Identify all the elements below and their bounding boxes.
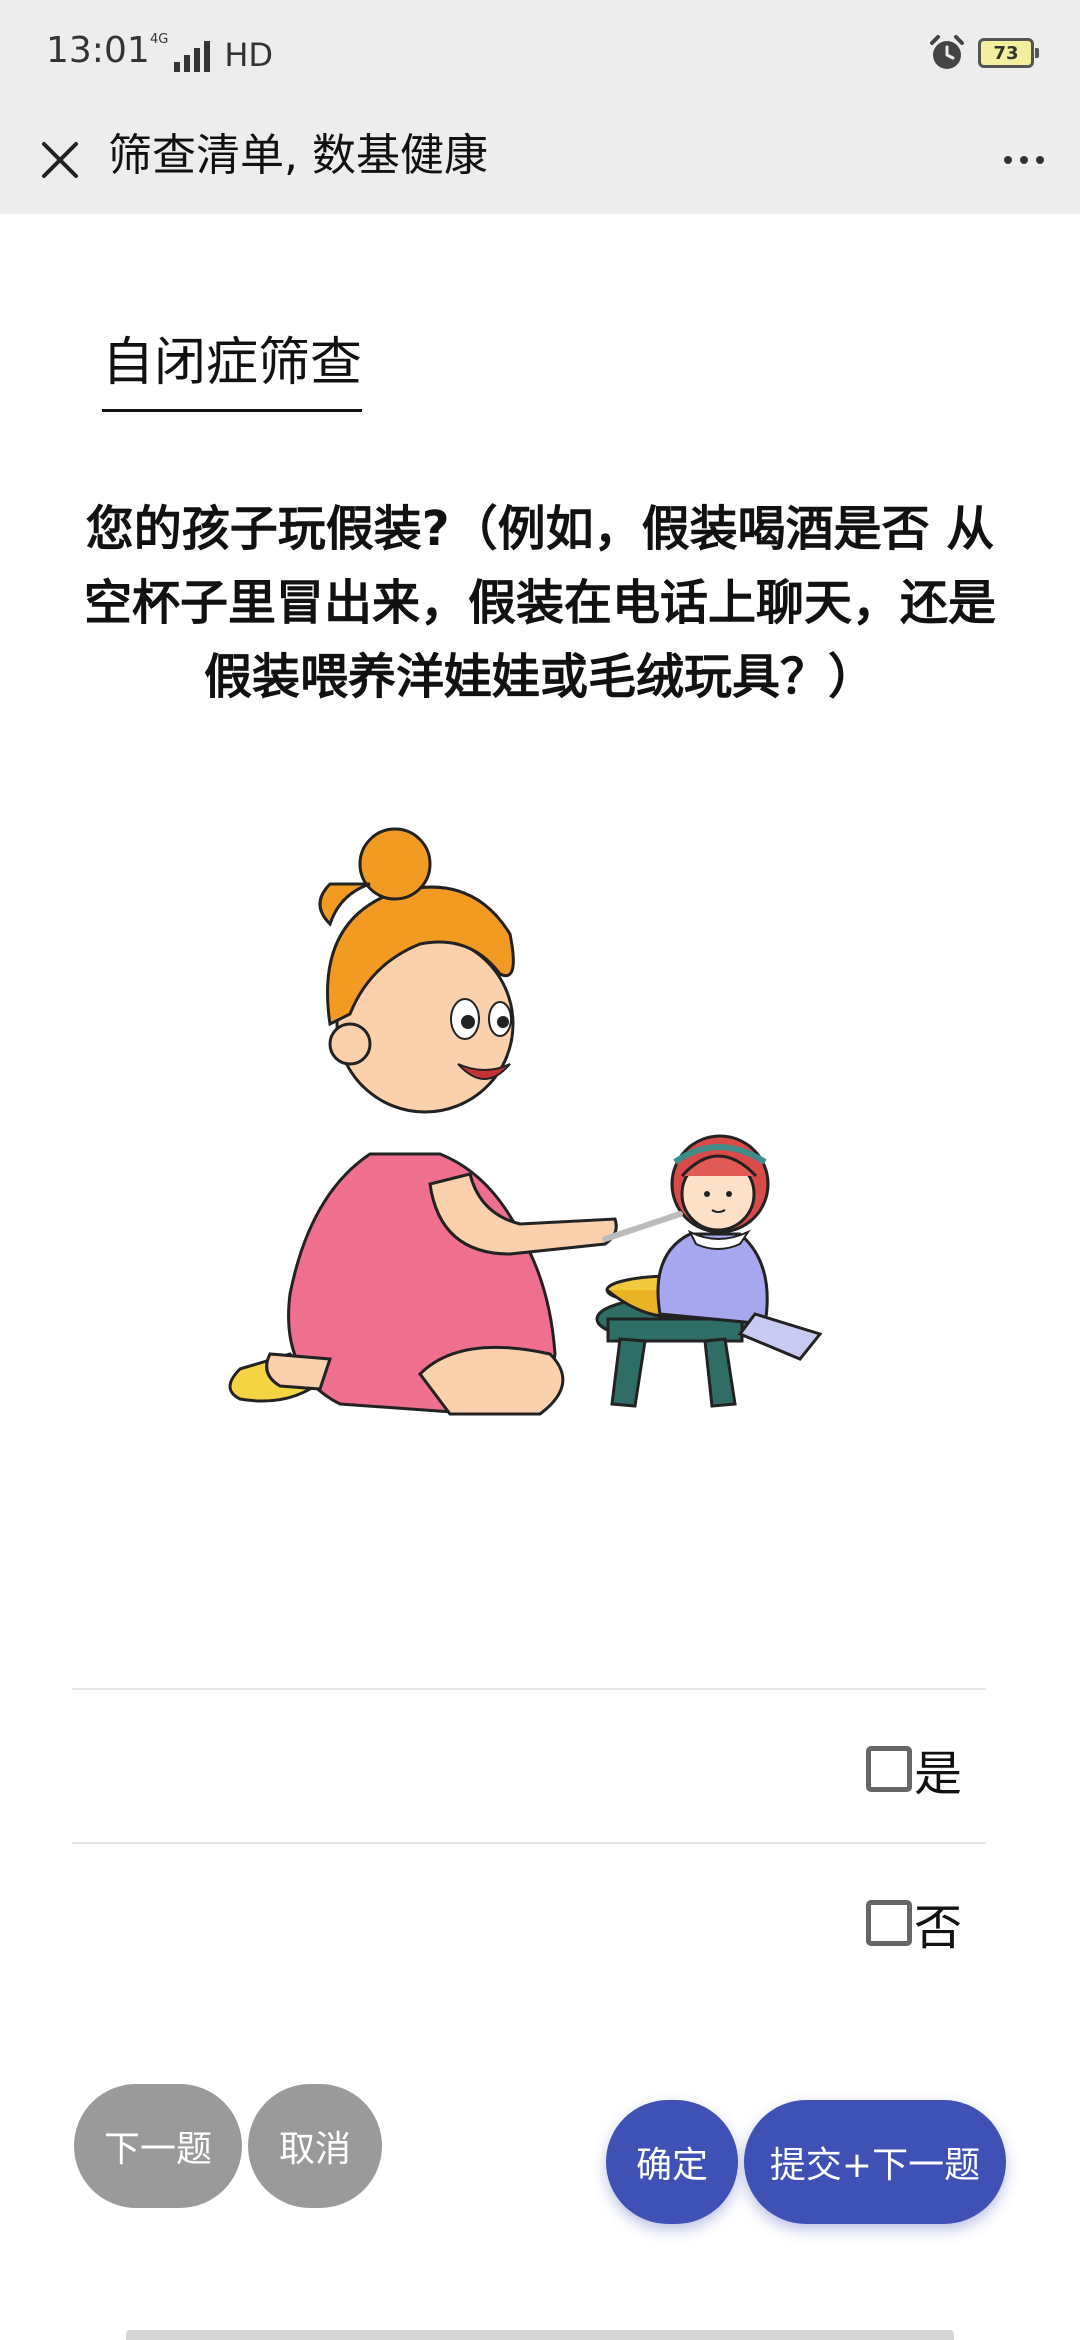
option-row-no[interactable]: 否 [72, 1842, 986, 1994]
signal-icon [174, 40, 211, 72]
battery-level: 73 [993, 42, 1019, 64]
cancel-button[interactable]: 取消 [248, 2084, 382, 2208]
option-row-yes[interactable]: 是 [72, 1688, 986, 1840]
option-label-yes: 是 [913, 1746, 962, 1802]
app-bar: 筛查清单, 数基健康 [0, 108, 1080, 214]
submit-next-button[interactable]: 提交+下一题 [744, 2100, 1006, 2224]
checkbox-no[interactable] [865, 1900, 912, 1946]
close-icon [42, 142, 78, 178]
confirm-button[interactable]: 确定 [606, 2100, 738, 2224]
hd-label: HD [224, 36, 274, 74]
main-content: 自闭症筛查 您的孩子玩假装?（例如，假装喝酒是否 从空杯子里冒出来，假装在电话上… [0, 214, 1080, 2340]
option-label-no: 否 [913, 1900, 962, 1956]
more-options-button[interactable] [992, 128, 1056, 192]
option-no[interactable]: 否 [865, 1888, 962, 1958]
more-dot-icon [1036, 156, 1044, 164]
alarm-clock-icon [930, 35, 964, 69]
status-bar: 13:01 4G HD 73 [0, 0, 1080, 108]
scroll-indicator [126, 2330, 954, 2340]
app-title: 筛查清单, 数基健康 [108, 130, 488, 181]
more-dot-icon [1004, 156, 1012, 164]
close-button[interactable] [28, 128, 92, 192]
option-yes[interactable]: 是 [865, 1734, 962, 1804]
next-question-button[interactable]: 下一题 [74, 2084, 242, 2208]
network-indicator: 4G HD [150, 32, 273, 72]
more-dot-icon [1020, 156, 1028, 164]
status-time: 13:01 [46, 30, 150, 71]
question-text: 您的孩子玩假装?（例如，假装喝酒是否 从空杯子里冒出来，假装在电话上聊天，还是假… [83, 501, 996, 705]
network-type: 4G [150, 32, 169, 47]
pretend-play-illustration [228, 827, 823, 1416]
section-title: 自闭症筛查 [102, 320, 363, 412]
battery-icon: 73 [978, 38, 1039, 68]
checkbox-yes[interactable] [865, 1746, 912, 1792]
